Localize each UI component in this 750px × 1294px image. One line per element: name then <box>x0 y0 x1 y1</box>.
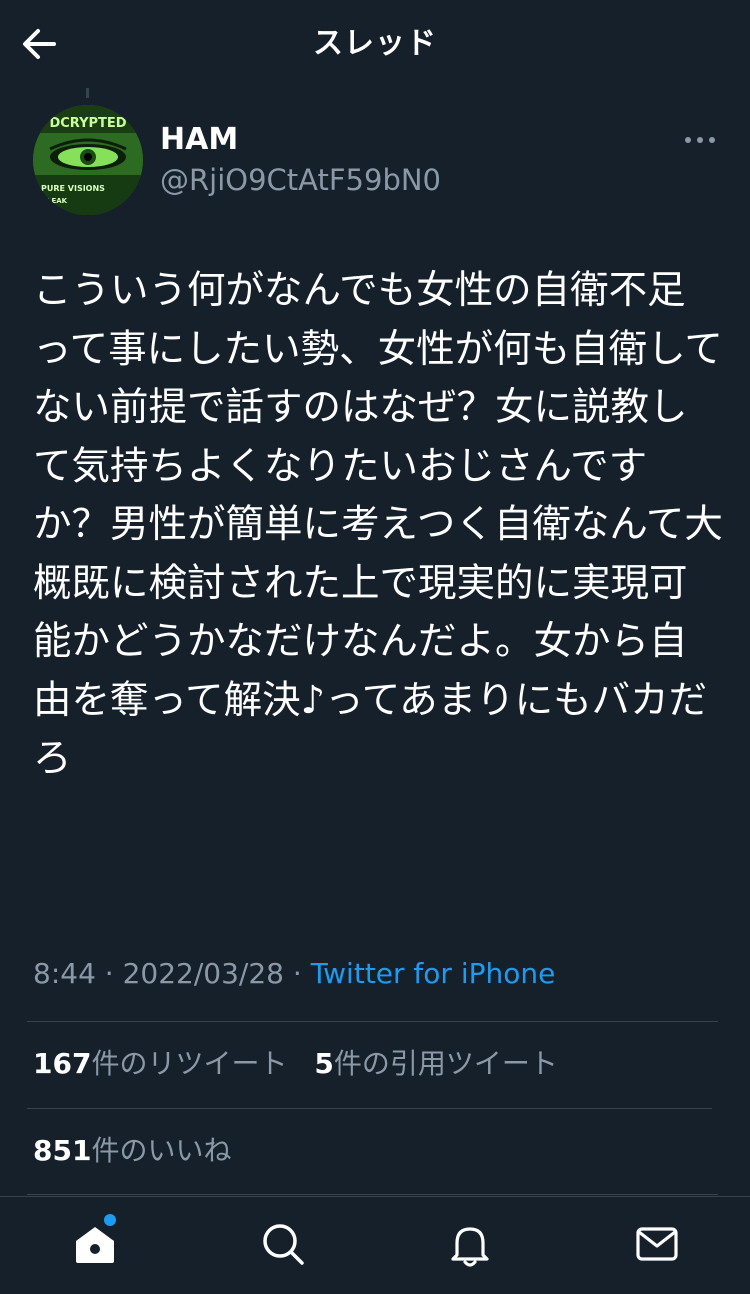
tab-home[interactable] <box>70 1219 120 1269</box>
divider <box>27 1108 712 1109</box>
avatar-brand-text: DCRYPTED <box>49 116 126 131</box>
page-title: スレッド <box>313 26 437 61</box>
more-horizontal-icon <box>685 137 715 143</box>
retweets-label: 件のリツイート <box>91 1047 288 1080</box>
mail-icon <box>636 1227 678 1261</box>
likes-label: 件のいいね <box>91 1134 232 1167</box>
likes-count: 851 <box>33 1134 92 1167</box>
avatar-small-text: LEAK <box>47 197 68 205</box>
tweet-text: こういう何がなんでも女性の自衛不足って事にしたい勢、女性が何も自衛してない前提で… <box>33 268 723 781</box>
tweet-source-link[interactable]: Twitter for iPhone <box>311 957 556 990</box>
likes-stat[interactable]: 851件のいいね <box>33 1134 231 1167</box>
tweet-meta: 8:44 · 2022/03/28 · Twitter for iPhone <box>33 952 555 996</box>
top-bar: スレッド <box>0 0 750 88</box>
likes-stats-row: 851件のいいね <box>33 1129 249 1173</box>
divider <box>27 1194 718 1195</box>
avatar[interactable]: DCRYPTED PURE VISIONS LEAK <box>33 105 143 215</box>
quotes-count: 5 <box>314 1047 334 1080</box>
divider <box>27 1021 718 1022</box>
display-name[interactable]: HAM <box>160 120 238 160</box>
home-icon <box>76 1227 114 1263</box>
bottom-tab-bar <box>0 1197 750 1294</box>
retweets-stat[interactable]: 167件のリツイート <box>33 1047 287 1080</box>
tab-notifications[interactable] <box>445 1219 495 1269</box>
quotes-label: 件の引用ツイート <box>333 1047 558 1080</box>
user-handle[interactable]: @RjiO9CtAtF59bN0 <box>160 160 441 200</box>
avatar-subtitle-text: PURE VISIONS <box>41 184 105 193</box>
meta-separator: · <box>95 957 123 990</box>
tab-messages[interactable] <box>632 1219 682 1269</box>
thread-connector-line <box>86 88 89 98</box>
meta-separator-2: · <box>283 957 311 990</box>
more-options-button[interactable] <box>676 120 724 160</box>
retweet-stats-row: 167件のリツイート 5件の引用ツイート <box>33 1042 576 1086</box>
home-notification-dot <box>104 1214 116 1226</box>
search-icon <box>263 1224 304 1265</box>
quotes-stat[interactable]: 5件の引用ツイート <box>314 1047 558 1080</box>
tweet-time: 8:44 <box>33 957 96 990</box>
tab-search[interactable] <box>258 1219 308 1269</box>
tweet-date: 2022/03/28 <box>122 957 284 990</box>
retweets-count: 167 <box>33 1047 92 1080</box>
bell-icon <box>451 1227 489 1267</box>
